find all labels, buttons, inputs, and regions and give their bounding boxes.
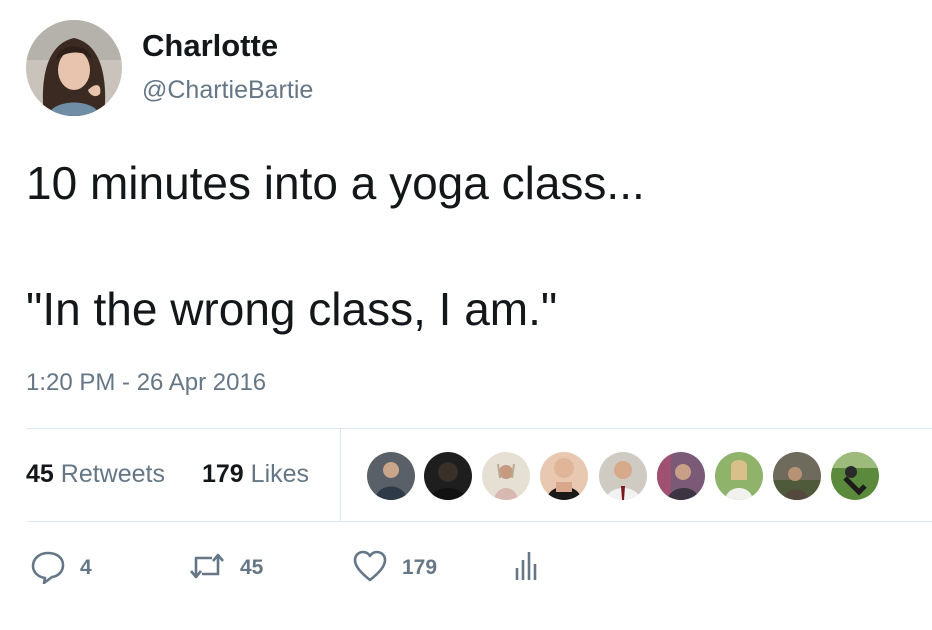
liker-avatar[interactable] — [540, 452, 588, 500]
tweet-text-line-1: 10 minutes into a yoga class... — [26, 157, 645, 209]
display-name[interactable]: Charlotte — [142, 28, 278, 64]
analytics-icon — [514, 550, 538, 587]
retweet-button[interactable]: 45 — [188, 550, 263, 586]
reply-button[interactable]: 4 — [30, 550, 92, 586]
retweet-icon — [188, 548, 226, 589]
retweets-label: Retweets — [60, 460, 165, 488]
reply-count: 4 — [80, 556, 92, 579]
user-handle[interactable]: @ChartieBartie — [142, 76, 313, 105]
likes-stat[interactable]: 179 Likes — [202, 460, 309, 489]
tweet-text-line-2: "In the wrong class, I am." — [26, 283, 558, 335]
divider — [26, 428, 932, 429]
profile-avatar[interactable] — [26, 20, 122, 116]
likes-count: 179 — [202, 460, 244, 488]
liker-avatar[interactable] — [831, 452, 879, 500]
stats-divider — [340, 429, 341, 521]
liker-avatar[interactable] — [424, 452, 472, 500]
reply-icon — [30, 548, 66, 589]
liker-avatar[interactable] — [773, 452, 821, 500]
liker-avatar[interactable] — [482, 452, 530, 500]
like-button[interactable]: 179 — [352, 550, 437, 586]
retweet-count: 45 — [240, 556, 264, 579]
tweet-timestamp[interactable]: 1:20 PM - 26 Apr 2016 — [26, 369, 266, 397]
divider — [26, 521, 932, 522]
like-count: 179 — [402, 556, 438, 579]
liker-avatar[interactable] — [367, 452, 415, 500]
liker-avatar[interactable] — [657, 452, 705, 500]
heart-icon — [352, 549, 388, 588]
retweets-count: 45 — [26, 460, 54, 488]
liker-avatar[interactable] — [599, 452, 647, 500]
likes-label: Likes — [250, 460, 310, 488]
retweets-stat[interactable]: 45 Retweets — [26, 460, 165, 489]
liker-avatar[interactable] — [715, 452, 763, 500]
analytics-button[interactable] — [514, 550, 538, 586]
